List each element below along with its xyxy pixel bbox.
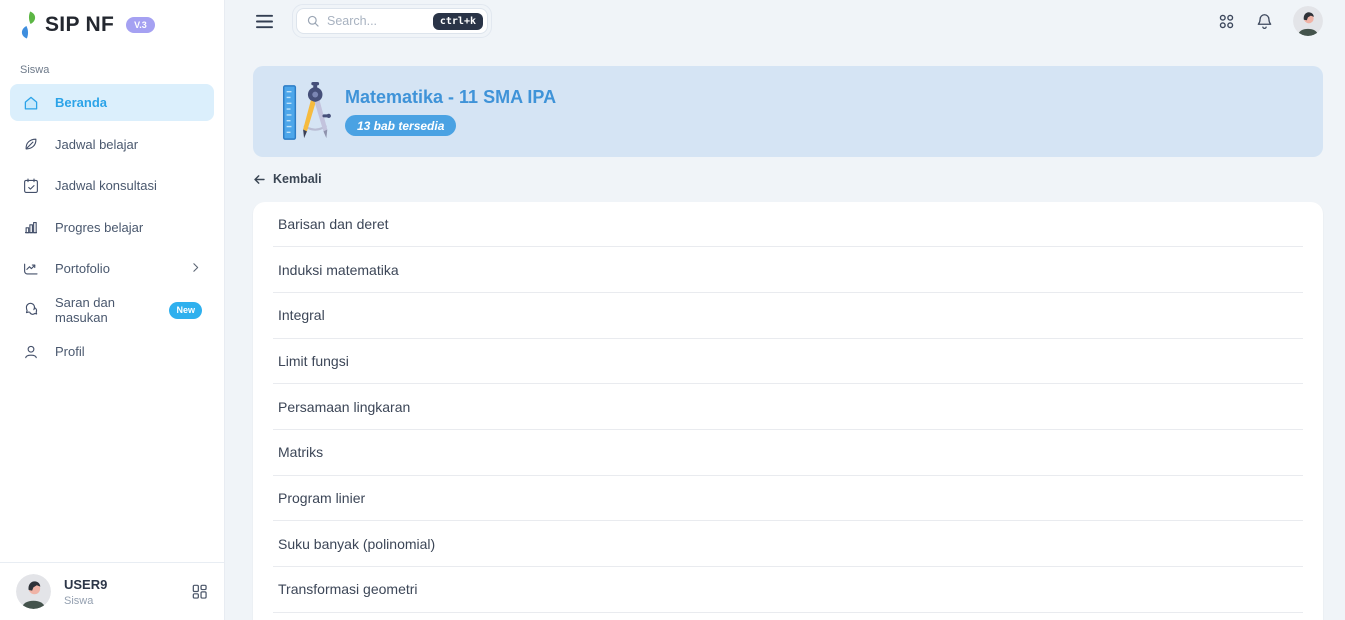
sidebar-item-label: Portofolio — [55, 261, 110, 276]
hamburger-menu-icon[interactable] — [253, 11, 276, 32]
leaf-icon — [22, 135, 40, 153]
sidebar-nav: Beranda Jadwal belajar Jadwal konsultasi… — [0, 84, 224, 370]
sidebar-item-label: Saran dan masukan — [55, 295, 154, 325]
topbar-actions — [1217, 6, 1323, 36]
app-window: SIP NF V.3 Siswa Beranda Jadwal belajar … — [0, 0, 1345, 620]
sidebar-item-progres-belajar[interactable]: Progres belajar — [10, 209, 214, 246]
chapter-row[interactable]: Integral — [273, 293, 1303, 339]
sidebar-item-portofolio[interactable]: Portofolio — [10, 250, 214, 287]
new-badge: New — [169, 302, 202, 319]
leaf-logo-icon — [18, 11, 39, 39]
ruler-compass-icon — [280, 81, 332, 143]
apps-grid-icon[interactable] — [1217, 12, 1236, 31]
chapter-row[interactable]: Limit fungsi — [273, 339, 1303, 385]
sidebar-item-profil[interactable]: Profil — [10, 333, 214, 370]
bell-icon[interactable] — [1255, 12, 1274, 31]
sidebar-item-label: Beranda — [55, 95, 107, 110]
chapter-list-card: Barisan dan deret Induksi matematika Int… — [253, 202, 1323, 620]
layout-grid-icon[interactable] — [191, 583, 208, 600]
sidebar-user-card[interactable]: USER9 Siswa — [0, 562, 224, 620]
sidebar-item-label: Jadwal belajar — [55, 137, 138, 152]
chapter-list: Barisan dan deret Induksi matematika Int… — [273, 202, 1303, 613]
main-content: ctrl+k — [225, 0, 1345, 620]
chapter-row[interactable]: Program linier — [273, 476, 1303, 522]
home-icon — [22, 94, 40, 112]
back-label: Kembali — [273, 172, 322, 186]
app-name: SIP NF — [45, 13, 114, 37]
chevron-right-icon — [189, 261, 202, 277]
course-header-card: Matematika - 11 SMA IPA 13 bab tersedia — [253, 66, 1323, 157]
search-icon — [306, 14, 320, 28]
chapter-row[interactable]: Persamaan lingkaran — [273, 384, 1303, 430]
sidebar-item-jadwal-konsultasi[interactable]: Jadwal konsultasi — [10, 167, 214, 204]
sidebar-item-label: Jadwal konsultasi — [55, 178, 157, 193]
chapter-row[interactable]: Barisan dan deret — [273, 202, 1303, 248]
bar-chart-icon — [22, 218, 40, 236]
sidebar-item-label: Progres belajar — [55, 220, 143, 235]
chapter-row[interactable]: Suku banyak (polinomial) — [273, 521, 1303, 567]
app-logo[interactable]: SIP NF V.3 — [0, 0, 224, 39]
trend-chart-icon — [22, 260, 40, 278]
chat-icon — [22, 301, 40, 319]
user-icon — [22, 343, 40, 361]
sidebar-item-label: Profil — [55, 344, 85, 359]
version-badge: V.3 — [126, 17, 155, 33]
course-title: Matematika - 11 SMA IPA — [345, 87, 556, 108]
chapter-count-badge: 13 bab tersedia — [345, 115, 456, 136]
user-avatar — [16, 574, 51, 609]
topbar: ctrl+k — [253, 0, 1323, 42]
calendar-check-icon — [22, 177, 40, 195]
user-name: USER9 — [64, 577, 107, 592]
sidebar-item-jadwal-belajar[interactable]: Jadwal belajar — [10, 126, 214, 163]
profile-avatar[interactable] — [1293, 6, 1323, 36]
sidebar-item-beranda[interactable]: Beranda — [10, 84, 214, 121]
back-link[interactable]: Kembali — [253, 172, 322, 186]
sidebar: SIP NF V.3 Siswa Beranda Jadwal belajar … — [0, 0, 225, 620]
user-role: Siswa — [64, 595, 107, 607]
arrow-left-icon — [253, 173, 266, 186]
chapter-row[interactable]: Induksi matematika — [273, 247, 1303, 293]
chapter-row[interactable]: Matriks — [273, 430, 1303, 476]
search-input[interactable] — [327, 14, 426, 28]
chapter-row[interactable]: Transformasi geometri — [273, 567, 1303, 613]
search-shortcut-badge: ctrl+k — [433, 13, 483, 30]
search-box: ctrl+k — [292, 4, 492, 38]
sidebar-item-saran-dan-masukan[interactable]: Saran dan masukan New — [10, 292, 214, 329]
sidebar-section-label: Siswa — [20, 64, 224, 76]
